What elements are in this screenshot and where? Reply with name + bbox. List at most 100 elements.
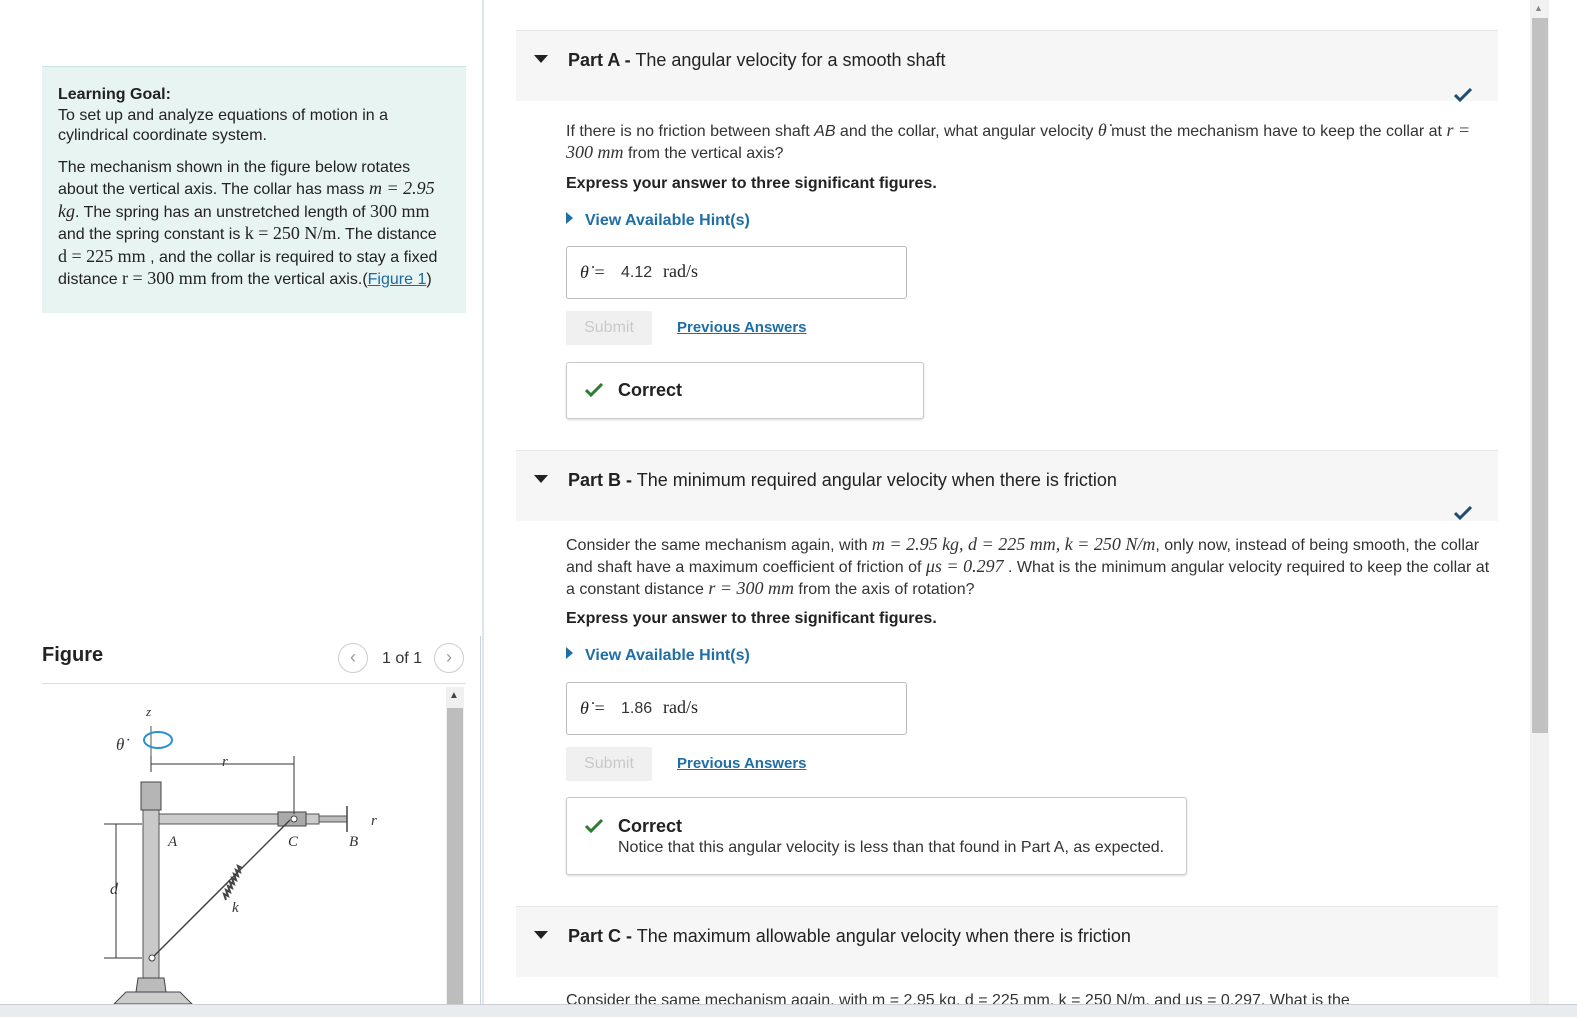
part-a-feedback: Correct — [566, 362, 924, 419]
part-b-title-text: The minimum required angular velocity wh… — [636, 470, 1117, 490]
length-expression: 300 mm — [370, 200, 430, 221]
part-b-feedback: Correct Notice that this angular velocit… — [566, 797, 1187, 875]
question-text: Consider the same mechanism again, with … — [566, 992, 1350, 1004]
hint-label: View Available Hint(s) — [585, 212, 750, 229]
figure-counter: 1 of 1 — [382, 650, 423, 667]
part-c-label: Part C - — [568, 926, 633, 946]
question-math: r = 300 mm — [708, 578, 794, 598]
desc-text: from the vertical axis. — [206, 271, 363, 288]
part-a-question: If there is no friction between shaft AB… — [566, 120, 1496, 164]
part-a-instructions: Express your answer to three significant… — [566, 175, 937, 192]
answer-value[interactable]: 1.86 — [621, 700, 652, 718]
next-figure-button[interactable]: › — [434, 643, 464, 673]
part-a-hint-toggle[interactable]: View Available Hint(s) — [566, 212, 750, 230]
distance-expression: d = 225 mm — [58, 245, 146, 266]
part-b-title: Part B - The minimum required angular ve… — [568, 470, 1117, 491]
part-b-hint-toggle[interactable]: View Available Hint(s) — [566, 647, 750, 665]
learning-goal-text: To set up and analyze equations of motio… — [58, 106, 388, 145]
hint-label: View Available Hint(s) — [585, 647, 750, 664]
figure-link[interactable]: Figure 1 — [368, 271, 427, 288]
question-text: from the axis of rotation? — [793, 581, 975, 598]
part-b-answer-box[interactable]: θ̇ = 1.86 rad/s — [566, 682, 907, 735]
part-b-previous-answers-link[interactable]: Previous Answers — [677, 755, 807, 772]
part-a-previous-answers-link[interactable]: Previous Answers — [677, 319, 807, 336]
question-math: m = 2.95 kg, d = 225 mm, k = 250 N/m — [871, 534, 1156, 554]
part-complete-check-icon — [1454, 506, 1472, 520]
label-d: d — [110, 881, 119, 898]
label-k: k — [232, 900, 239, 916]
feedback-title: Correct — [618, 380, 683, 400]
label-theta-dot: θ̇ — [116, 735, 129, 754]
part-b-label: Part B - — [568, 470, 633, 490]
page-scrollbar-thumb[interactable] — [1532, 18, 1548, 733]
question-math: θ̇ — [1097, 120, 1107, 140]
learning-goal-intro: Learning Goal: To set up and analyze equ… — [58, 85, 450, 147]
label-A: A — [167, 834, 178, 850]
label-r-top: r — [222, 754, 228, 770]
base-top — [135, 977, 167, 993]
question-text: and the collar, what angular velocity — [835, 123, 1098, 140]
part-c-header[interactable]: Part C - The maximum allowable angular v… — [516, 906, 1498, 977]
figure-header: Figure ‹ 1 of 1 › — [42, 640, 466, 684]
desc-text: and the spring constant is — [58, 226, 245, 243]
prev-figure-button[interactable]: ‹ — [338, 643, 368, 673]
question-math: μs = 0.297 — [925, 556, 1004, 576]
figure-scrollbar-thumb[interactable] — [447, 708, 463, 1004]
chevron-left-icon: ‹ — [350, 647, 356, 667]
part-a-header[interactable]: Part A - The angular velocity for a smoo… — [516, 30, 1498, 102]
question-text: from the vertical axis? — [623, 145, 784, 162]
pane-divider-line — [480, 636, 481, 1004]
question-text: If there is no friction between shaft — [566, 123, 815, 140]
problem-description: The mechanism shown in the figure below … — [58, 158, 438, 289]
part-a-answer-box[interactable]: θ̇ = 4.12 rad/s — [566, 246, 907, 299]
answer-value[interactable]: 4.12 — [621, 264, 652, 282]
caret-right-icon — [566, 647, 573, 659]
shaft-top-cap — [140, 781, 162, 811]
question-text: Consider the same mechanism again, with — [566, 537, 872, 554]
figure-scroll-up-icon[interactable]: ▲ — [449, 690, 459, 701]
collapse-triangle-icon[interactable] — [534, 55, 548, 63]
figure-area: z θ̇ r r A C B d k — [42, 686, 466, 1004]
answer-unit: rad/s — [663, 697, 698, 717]
spring-constant-expression: k = 250 N/m — [244, 223, 337, 243]
part-a-title-text: The angular velocity for a smooth shaft — [635, 50, 946, 70]
figure-title: Figure — [42, 644, 104, 666]
feedback-message: Notice that this angular velocity is les… — [618, 839, 1165, 856]
left-pane: Learning Goal: To set up and analyze equ… — [0, 0, 482, 1017]
learning-goal-title: Learning Goal: — [58, 86, 171, 103]
part-c-title: Part C - The maximum allowable angular v… — [568, 926, 1131, 947]
part-a-submit-button[interactable]: Submit — [566, 311, 652, 345]
part-b-submit-button[interactable]: Submit — [566, 747, 652, 781]
answer-lhs: θ̇ = — [580, 698, 606, 718]
question-text: must the mechanism have to keep the coll… — [1106, 123, 1447, 140]
answer-lhs: θ̇ = — [580, 262, 606, 282]
collapse-triangle-icon[interactable] — [534, 931, 548, 939]
correct-check-icon — [585, 383, 603, 397]
question-text: AB — [814, 123, 836, 140]
scroll-up-arrow-icon[interactable]: ▲ — [1534, 3, 1543, 13]
base-plate — [113, 991, 193, 1004]
part-c-question-partial: Consider the same mechanism again, with … — [566, 990, 1496, 1004]
correct-check-icon — [585, 819, 603, 833]
label-C: C — [288, 834, 299, 850]
collapse-triangle-icon[interactable] — [534, 475, 548, 483]
part-c-title-text: The maximum allowable angular velocity w… — [636, 926, 1131, 946]
rotation-arrow-icon — [143, 731, 173, 749]
radius-expression: r = 300 mm — [122, 268, 207, 288]
learning-goal-box: Learning Goal: To set up and analyze equ… — [42, 66, 466, 313]
part-b-header[interactable]: Part B - The minimum required angular ve… — [516, 450, 1498, 521]
answer-unit: rad/s — [663, 261, 698, 281]
desc-text: . The distance — [336, 226, 437, 243]
desc-text: . The spring has an unstretched length o… — [75, 203, 371, 221]
part-b-question: Consider the same mechanism again, with … — [566, 534, 1496, 600]
part-b-instructions: Express your answer to three significant… — [566, 610, 937, 627]
label-B: B — [349, 834, 358, 850]
feedback-title: Correct — [618, 816, 683, 836]
part-complete-check-icon — [1454, 88, 1472, 102]
caret-right-icon — [566, 212, 573, 224]
collar-pin — [290, 815, 298, 823]
pane-divider[interactable] — [482, 0, 484, 1004]
part-a-title: Part A - The angular velocity for a smoo… — [568, 50, 946, 71]
label-z: z — [145, 704, 151, 719]
arm-tip — [318, 815, 348, 823]
